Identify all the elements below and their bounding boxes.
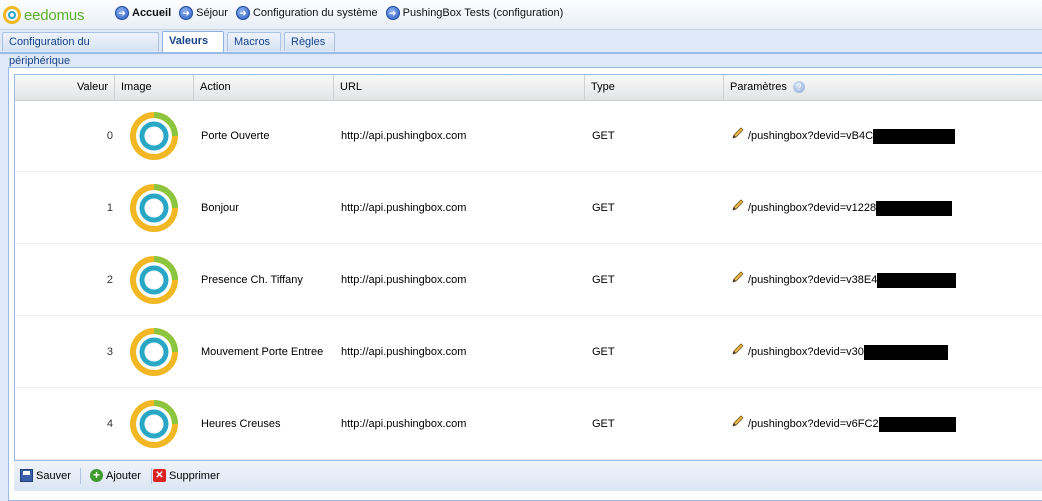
parametres-text: /pushingbox?devid=v38E4 <box>748 274 878 286</box>
tab-configuration-peripherique[interactable]: Configuration du périphérique <box>2 32 159 67</box>
cell-url: http://api.pushingbox.com <box>341 202 467 214</box>
pencil-icon[interactable] <box>731 414 745 428</box>
pencil-icon[interactable] <box>731 270 745 284</box>
bottom-toolbar: Sauver + Ajouter ✕ Supprimer <box>14 460 1042 491</box>
breadcrumb-label: PushingBox Tests (configuration) <box>402 7 564 19</box>
breadcrumb-label: Accueil <box>132 7 172 19</box>
column-header-parametres[interactable]: Paramètres ? <box>724 75 1042 100</box>
parametres-text: /pushingbox?devid=v6FC2 <box>748 418 879 430</box>
cell-type: GET <box>592 130 615 142</box>
table-row[interactable]: 4 Heures Creuses http://api.pushingbox.com… <box>15 388 1042 460</box>
arrow-right-icon: ➜ <box>385 6 400 20</box>
redacted-block <box>876 200 953 216</box>
breadcrumb-item-pushingbox[interactable]: ➜ PushingBox Tests (configuration) <box>385 6 564 20</box>
cell-url: http://api.pushingbox.com <box>341 346 467 358</box>
breadcrumb-label: Configuration du système <box>252 7 378 19</box>
parametres-text: /pushingbox?devid=vB4C <box>748 130 874 142</box>
cell-action: Presence Ch. Tiffany <box>201 274 303 286</box>
breadcrumb: ➜ Accueil ➜ Séjour ➜ Configuration du sy… <box>115 6 571 20</box>
top-bar: eedomus ➜ Accueil ➜ Séjour ➜ Configurati… <box>0 0 1042 30</box>
delete-label: Supprimer <box>169 469 220 482</box>
cell-parametres[interactable]: /pushingbox?devid=v6FC2 <box>731 388 956 460</box>
value-image-ring-icon <box>130 184 178 232</box>
redacted-block <box>878 416 956 432</box>
breadcrumb-item-sejour[interactable]: ➜ Séjour <box>179 6 228 20</box>
cell-type: GET <box>592 274 615 286</box>
parametres-text: /pushingbox?devid=v1228 <box>748 202 877 214</box>
delete-x-icon: ✕ <box>153 469 166 482</box>
grid-header: Valeur Image Action URL Type Paramètres … <box>15 75 1042 101</box>
tab-valeurs[interactable]: Valeurs <box>162 31 224 52</box>
column-header-label: Paramètres <box>730 81 787 93</box>
tab-regles[interactable]: Règles <box>284 32 335 51</box>
arrow-right-icon: ➜ <box>115 6 129 20</box>
cell-valeur: 2 <box>106 274 113 286</box>
parametres-text: /pushingbox?devid=v30 <box>748 346 864 358</box>
cell-url: http://api.pushingbox.com <box>341 274 467 286</box>
plus-icon: + <box>90 469 103 482</box>
cell-action: Heures Creuses <box>201 418 281 430</box>
arrow-right-icon: ➜ <box>179 6 194 20</box>
tab-bar: Configuration du périphérique Valeurs Ma… <box>0 30 1042 67</box>
logo-text: eedomus <box>24 6 85 24</box>
redacted-block <box>877 272 957 288</box>
cell-action: Porte Ouverte <box>201 130 270 142</box>
cell-valeur: 1 <box>106 202 113 214</box>
cell-type: GET <box>592 346 615 358</box>
help-icon[interactable]: ? <box>792 81 805 94</box>
breadcrumb-label: Séjour <box>196 7 228 19</box>
save-button[interactable]: Sauver <box>20 469 71 482</box>
cell-type: GET <box>592 418 615 430</box>
cell-parametres[interactable]: /pushingbox?devid=v1228 <box>731 172 953 244</box>
cell-parametres[interactable]: /pushingbox?devid=v38E4 <box>731 244 957 316</box>
value-image-ring-icon <box>130 112 178 160</box>
cell-valeur: 3 <box>106 346 113 358</box>
column-header-action[interactable]: Action <box>194 75 334 100</box>
delete-button[interactable]: ✕ Supprimer <box>153 469 220 482</box>
logo-ring-icon <box>3 6 21 24</box>
eedomus-logo[interactable]: eedomus <box>3 5 85 25</box>
add-label: Ajouter <box>106 469 141 482</box>
cell-valeur: 4 <box>106 418 113 430</box>
values-panel: Valeur Image Action URL Type Paramètres … <box>8 67 1042 501</box>
add-button[interactable]: + Ajouter <box>90 469 141 482</box>
arrow-right-icon: ➜ <box>235 6 250 20</box>
cell-url: http://api.pushingbox.com <box>341 130 467 142</box>
cell-url: http://api.pushingbox.com <box>341 418 467 430</box>
table-row[interactable]: 0 Porte Ouverte http://api.pushingbox.com G… <box>15 100 1042 172</box>
breadcrumb-item-configuration-systeme[interactable]: ➜ Configuration du système <box>235 6 378 20</box>
toolbar-separator <box>80 468 81 484</box>
table-row[interactable]: 3 Mouvement Porte Entree http://api.pushin… <box>15 316 1042 388</box>
cell-valeur: 0 <box>106 130 113 142</box>
cell-parametres[interactable]: /pushingbox?devid=v30 <box>731 316 948 388</box>
breadcrumb-item-accueil[interactable]: ➜ Accueil <box>115 6 171 20</box>
pencil-icon[interactable] <box>731 198 745 212</box>
value-image-ring-icon <box>130 328 178 376</box>
value-image-ring-icon <box>130 256 178 304</box>
column-header-valeur[interactable]: Valeur <box>15 75 115 100</box>
table-row[interactable]: 1 Bonjour http://api.pushingbox.com GET/pus… <box>15 172 1042 244</box>
cell-type: GET <box>592 202 615 214</box>
value-image-ring-icon <box>130 400 178 448</box>
redacted-block <box>873 128 956 144</box>
column-header-url[interactable]: URL <box>334 75 585 100</box>
redacted-block <box>863 344 948 360</box>
values-grid: Valeur Image Action URL Type Paramètres … <box>14 74 1042 460</box>
save-label: Sauver <box>36 469 71 482</box>
column-header-type[interactable]: Type <box>585 75 724 100</box>
floppy-disk-icon <box>20 469 33 482</box>
cell-parametres[interactable]: /pushingbox?devid=vB4C <box>731 100 956 172</box>
cell-action: Mouvement Porte Entree <box>201 346 324 358</box>
tab-macros[interactable]: Macros <box>227 32 281 51</box>
pencil-icon[interactable] <box>731 342 745 356</box>
cell-action: Bonjour <box>201 202 239 214</box>
column-header-image[interactable]: Image <box>115 75 194 100</box>
table-row[interactable]: 2 Presence Ch. Tiffany http://api.pushingb… <box>15 244 1042 316</box>
pencil-icon[interactable] <box>731 126 745 140</box>
toolbar-separator <box>151 468 152 484</box>
